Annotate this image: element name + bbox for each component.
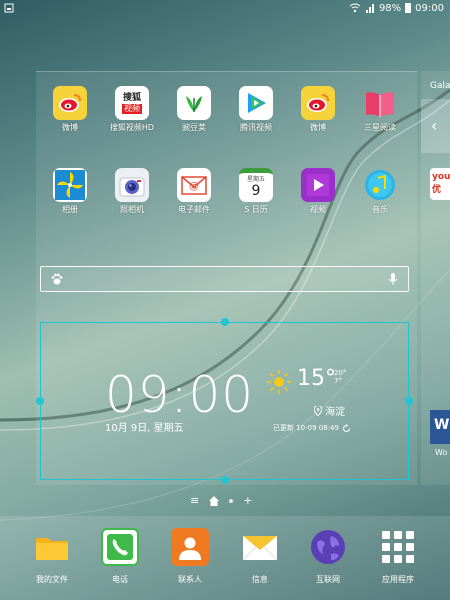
app-label: 微博 bbox=[310, 123, 326, 132]
refresh-icon[interactable] bbox=[342, 423, 351, 433]
dock-label: 信息 bbox=[252, 575, 268, 584]
wifi-icon bbox=[349, 3, 361, 13]
status-bar: 98% 09:00 bbox=[0, 0, 450, 16]
screenshot-notification-icon bbox=[4, 3, 14, 13]
status-time: 09:00 bbox=[415, 2, 444, 14]
calendar-icon: 星期五 9 bbox=[239, 168, 273, 202]
email-icon: @ bbox=[177, 168, 211, 202]
gallery-icon bbox=[53, 168, 87, 202]
app-weibo-2[interactable]: 微博 bbox=[290, 86, 346, 133]
video-icon bbox=[301, 168, 335, 202]
weibo-icon bbox=[53, 86, 87, 120]
dock-messages[interactable]: 信息 bbox=[228, 528, 292, 585]
battery-icon bbox=[405, 3, 412, 13]
temp-low: 7° bbox=[334, 377, 342, 385]
dock-internet[interactable]: 互联网 bbox=[296, 528, 360, 585]
app-calendar[interactable]: 星期五 9 S 日历 bbox=[228, 168, 284, 215]
contacts-icon bbox=[171, 528, 209, 566]
next-page-app-icon[interactable]: you 优 bbox=[430, 168, 450, 200]
app-label: 搜狐视频HD bbox=[109, 123, 155, 132]
apps-grid-icon bbox=[379, 528, 417, 566]
battery-percent: 98% bbox=[378, 2, 402, 14]
clock-weather-widget[interactable]: 09:00 10月 9日, 星期五 15° 20° 7° 海淀 已更新 10-0… bbox=[36, 318, 413, 484]
dock-label: 应用程序 bbox=[382, 575, 414, 584]
folder-icon bbox=[33, 528, 71, 566]
page-dot[interactable] bbox=[229, 498, 234, 503]
page-menu-icon[interactable]: ≡ bbox=[190, 494, 199, 507]
wandoujia-icon bbox=[177, 86, 211, 120]
app-gallery[interactable]: 相册 bbox=[42, 168, 98, 215]
next-page-panel[interactable]: Galaxy ‹ you 优 W Wo bbox=[421, 71, 450, 485]
paw-icon bbox=[51, 273, 63, 285]
app-samsung-books[interactable]: 三星阅读 bbox=[352, 86, 408, 133]
app-tencent-video[interactable]: 腾讯视频 bbox=[228, 86, 284, 133]
dock-phone[interactable]: 电话 bbox=[88, 528, 152, 585]
weibo-icon bbox=[301, 86, 335, 120]
dock-apps[interactable]: 应用程序 bbox=[366, 528, 430, 585]
camera-icon bbox=[115, 168, 149, 202]
weather-updated: 已更新 10-09 08:49 bbox=[273, 423, 351, 433]
app-email[interactable]: @ 电子邮件 bbox=[166, 168, 222, 215]
word-app-icon[interactable]: W bbox=[430, 410, 450, 444]
word-app-label: Wo bbox=[435, 448, 448, 457]
temperature-range: 20° 7° bbox=[334, 369, 346, 385]
app-label: 微博 bbox=[62, 123, 78, 132]
dock-contacts[interactable]: 联系人 bbox=[158, 528, 222, 585]
home-page-icon[interactable] bbox=[209, 495, 220, 506]
signal-icon bbox=[365, 4, 374, 13]
app-label: 相册 bbox=[62, 205, 78, 214]
app-music[interactable]: 音乐 bbox=[352, 168, 408, 215]
microphone-icon[interactable] bbox=[388, 272, 398, 286]
location-pin-icon bbox=[314, 405, 322, 416]
messages-icon bbox=[241, 528, 279, 566]
location-name: 海淀 bbox=[325, 407, 345, 418]
clock-time: 09:00 bbox=[105, 366, 255, 424]
app-label: 照相机 bbox=[120, 205, 144, 214]
app-label: 豌豆荚 bbox=[182, 123, 206, 132]
phone-icon bbox=[101, 528, 139, 566]
app-label: 视频 bbox=[310, 205, 326, 214]
chevron-left-icon[interactable]: ‹ bbox=[421, 99, 450, 153]
app-sohu-video[interactable]: 搜狐 视频 搜狐视频HD bbox=[104, 86, 160, 133]
weather-location: 海淀 bbox=[314, 403, 345, 418]
app-label: 腾讯视频 bbox=[240, 123, 272, 132]
temp-high: 20° bbox=[334, 369, 347, 377]
resize-handle-left[interactable] bbox=[36, 397, 44, 405]
app-wandoujia[interactable]: 豌豆荚 bbox=[166, 86, 222, 133]
resize-handle-bottom[interactable] bbox=[221, 476, 229, 484]
samsung-books-icon bbox=[363, 86, 397, 120]
dock: 我的文件 电话 联系人 信息 互联网 应用程序 bbox=[0, 516, 450, 600]
dock-my-files[interactable]: 我的文件 bbox=[20, 528, 84, 585]
internet-icon bbox=[309, 528, 347, 566]
page-indicator: ≡ + bbox=[190, 494, 252, 507]
clock-date: 10月 9日, 星期五 bbox=[105, 423, 184, 434]
music-icon bbox=[363, 168, 397, 202]
app-label: S 日历 bbox=[244, 205, 268, 214]
app-label: 电子邮件 bbox=[178, 205, 210, 214]
sohu-video-icon: 搜狐 视频 bbox=[115, 86, 149, 120]
calendar-icon-weekday: 星期五 bbox=[246, 176, 265, 183]
tencent-video-icon bbox=[239, 86, 273, 120]
dock-label: 我的文件 bbox=[36, 575, 68, 584]
dock-label: 电话 bbox=[112, 575, 128, 584]
dock-label: 联系人 bbox=[178, 575, 202, 584]
app-video[interactable]: 视频 bbox=[290, 168, 346, 215]
app-weibo[interactable]: 微博 bbox=[42, 86, 98, 133]
resize-handle-right[interactable] bbox=[405, 397, 413, 405]
app-label: 三星阅读 bbox=[364, 123, 396, 132]
app-label: 音乐 bbox=[372, 205, 388, 214]
add-page-icon[interactable]: + bbox=[243, 494, 252, 507]
resize-handle-top[interactable] bbox=[221, 318, 229, 326]
calendar-icon-day: 9 bbox=[251, 183, 261, 199]
search-bar[interactable] bbox=[40, 266, 409, 292]
dock-label: 互联网 bbox=[316, 575, 340, 584]
next-page-title: Galaxy bbox=[430, 81, 450, 91]
updated-time: 已更新 10-09 08:49 bbox=[273, 424, 339, 432]
svg-text:@: @ bbox=[189, 181, 199, 192]
sun-icon bbox=[267, 370, 291, 394]
app-camera[interactable]: 照相机 bbox=[104, 168, 160, 215]
current-temperature: 15° bbox=[297, 366, 336, 391]
